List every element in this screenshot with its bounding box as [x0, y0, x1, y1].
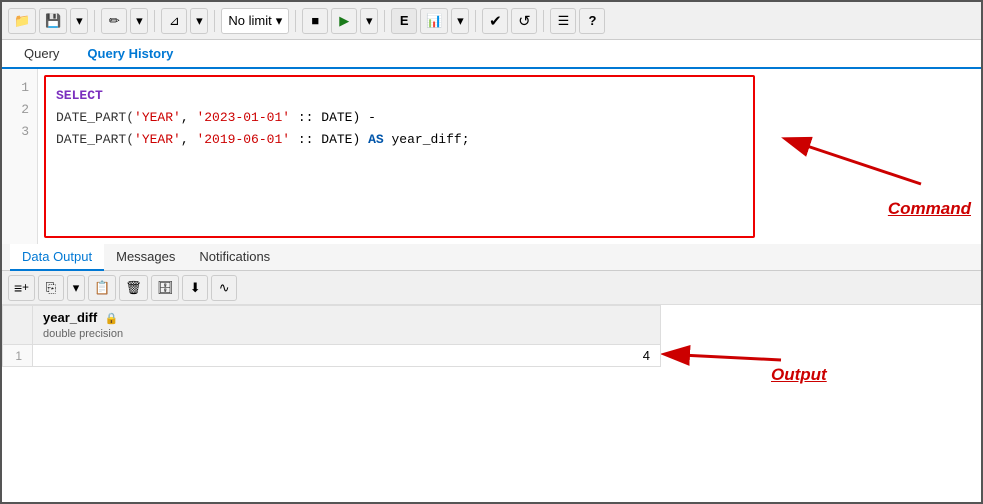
run-button[interactable]: ▶ — [331, 8, 357, 34]
code-line-2: DATE_PART('YEAR', '2023-01-01' :: DATE) … — [56, 107, 743, 129]
separator3 — [214, 10, 215, 32]
row-num-header — [3, 306, 33, 345]
download-button[interactable]: ⬇ — [182, 275, 208, 301]
help-button[interactable]: ? — [579, 8, 605, 34]
command-annotation-label: Command — [888, 199, 971, 219]
bottom-section: Data Output Messages Notifications ≡+ ⎘ … — [2, 244, 981, 395]
explain-chart-button[interactable]: 📊 — [420, 8, 448, 34]
save-dropdown-button[interactable]: ▾ — [70, 8, 88, 34]
main-toolbar: 📁 💾 ▾ ✏ ▾ ⊿ ▾ No limit ▾ ■ ▶ ▾ E 📊 ▾ ✔ ↺… — [2, 2, 981, 40]
tab-data-output[interactable]: Data Output — [10, 244, 104, 271]
data-output-table: year_diff 🔒 double precision 1 4 — [2, 305, 661, 367]
copy-button[interactable]: ⎘ — [38, 275, 64, 301]
col-year-diff-header: year_diff 🔒 double precision — [33, 306, 661, 345]
separator4 — [295, 10, 296, 32]
data-and-annotation: year_diff 🔒 double precision 1 4 — [2, 305, 981, 395]
code-line-3: DATE_PART('YEAR', '2019-06-01' :: DATE) … — [56, 129, 743, 151]
cell-year-diff-1: 4 — [33, 345, 661, 367]
str-date2: '2019-06-01' — [196, 132, 290, 147]
chart-button[interactable]: ∿ — [211, 275, 237, 301]
row-number-1: 1 — [3, 345, 33, 367]
copy-dropdown-button[interactable]: ▾ — [67, 275, 85, 301]
str-year2: 'YEAR' — [134, 132, 181, 147]
open-folder-button[interactable]: 📁 — [8, 8, 36, 34]
line-num-1: 1 — [2, 77, 37, 99]
str-date1: '2023-01-01' — [196, 110, 290, 125]
right-annotation: Command — [761, 69, 981, 244]
macros-button[interactable]: ☰ — [550, 8, 576, 34]
save-data-button[interactable]: 🗄 — [151, 275, 180, 301]
edit-dropdown-button[interactable]: ▾ — [130, 8, 148, 34]
filter-button[interactable]: ⊿ — [161, 8, 187, 34]
explain-dropdown-button[interactable]: ▾ — [451, 8, 469, 34]
delete-button[interactable]: 🗑 — [119, 275, 148, 301]
code-line-1: SELECT — [56, 85, 743, 107]
line-num-3: 3 — [2, 121, 37, 143]
explain-button[interactable]: E — [391, 8, 417, 34]
commit-button[interactable]: ✔ — [482, 8, 508, 34]
bottom-tabs: Data Output Messages Notifications — [2, 244, 981, 271]
table-row: 1 4 — [3, 345, 661, 367]
tab-query[interactable]: Query — [10, 40, 73, 69]
separator1 — [94, 10, 95, 32]
separator2 — [154, 10, 155, 32]
save-button[interactable]: 💾 — [39, 8, 67, 34]
separator5 — [384, 10, 385, 32]
no-limit-chevron: ▾ — [276, 13, 283, 29]
data-table-area: year_diff 🔒 double precision 1 4 — [2, 305, 661, 395]
main-content: 1 2 3 SELECT DATE_PART('YEAR', '2023-01-… — [2, 69, 981, 244]
keyword-select: SELECT — [56, 88, 103, 103]
query-tabs: Query Query History — [2, 40, 981, 69]
keyword-as: AS — [368, 132, 384, 147]
output-toolbar: ≡+ ⎘ ▾ 📋 🗑 🗄 ⬇ ∿ — [2, 271, 981, 305]
tab-messages[interactable]: Messages — [104, 244, 187, 271]
fn-date-part-1: DATE_PART( — [56, 110, 134, 125]
line-numbers: 1 2 3 — [2, 69, 38, 244]
fn-date-part-2: DATE_PART( — [56, 132, 134, 147]
tab-query-history[interactable]: Query History — [73, 40, 187, 69]
lock-icon: 🔒 — [105, 313, 119, 325]
editor-area: 1 2 3 SELECT DATE_PART('YEAR', '2023-01-… — [2, 69, 761, 244]
filter-dropdown-button[interactable]: ▾ — [190, 8, 208, 34]
str-year: 'YEAR' — [134, 110, 181, 125]
output-annotation-label: Output — [771, 365, 827, 385]
output-annotation-area: Output — [661, 305, 981, 395]
stop-button[interactable]: ■ — [302, 8, 328, 34]
rollback-button[interactable]: ↺ — [511, 8, 537, 34]
code-editor[interactable]: SELECT DATE_PART('YEAR', '2023-01-01' ::… — [44, 75, 755, 238]
add-row-button[interactable]: ≡+ — [8, 275, 35, 301]
tab-notifications[interactable]: Notifications — [187, 244, 282, 271]
separator6 — [475, 10, 476, 32]
no-limit-label: No limit — [228, 13, 271, 28]
separator7 — [543, 10, 544, 32]
run-dropdown-button[interactable]: ▾ — [360, 8, 378, 34]
line-num-2: 2 — [2, 99, 37, 121]
paste-button[interactable]: 📋 — [88, 275, 116, 301]
edit-button[interactable]: ✏ — [101, 8, 127, 34]
no-limit-dropdown[interactable]: No limit ▾ — [221, 8, 289, 34]
